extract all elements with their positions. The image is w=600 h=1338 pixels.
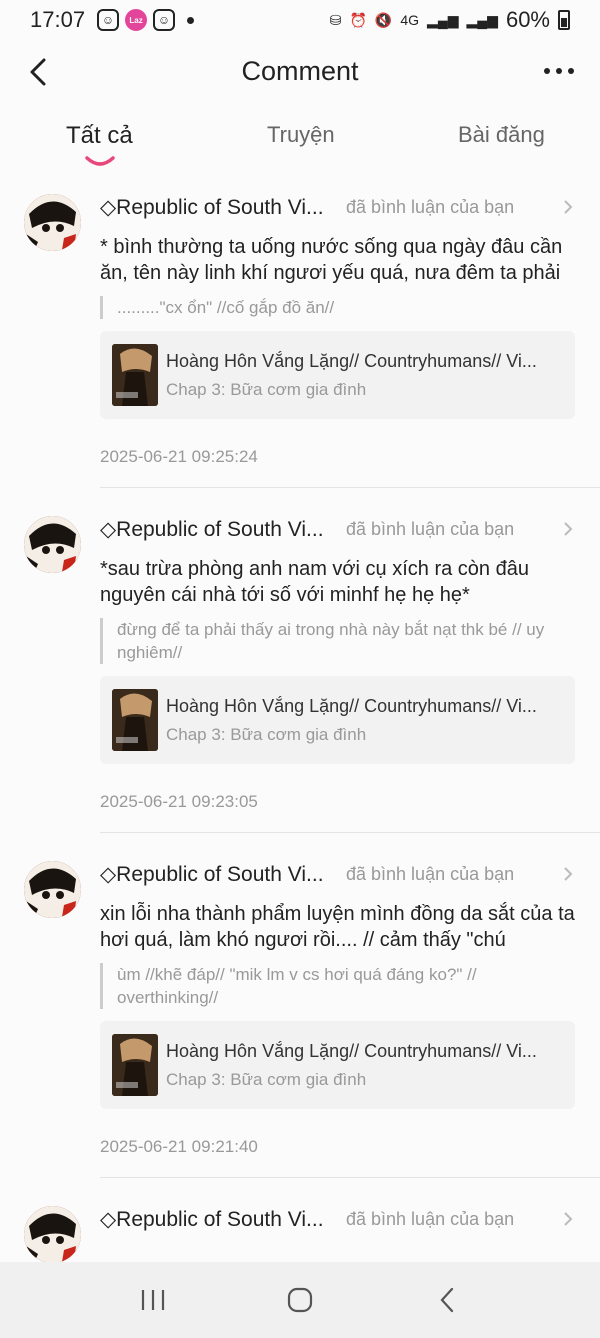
battery-icon <box>558 10 570 30</box>
comment-action: đã bình luận của bạn <box>346 196 515 217</box>
comment-item[interactable]: ◇Republic of South Vi... đã bình luận củ… <box>0 847 600 1177</box>
commenter-name[interactable]: ◇Republic of South Vi... <box>100 517 332 542</box>
commenter-name[interactable]: ◇Republic of South Vi... <box>100 862 332 887</box>
quoted-reply: ........."cx ổn" //cố gắp đồ ăn// <box>100 296 575 319</box>
dot-icon <box>556 68 562 74</box>
divider <box>100 1177 600 1178</box>
tab-posts[interactable]: Bài đăng <box>458 122 545 148</box>
comment-timestamp: 2025-06-21 09:21:40 <box>100 1137 258 1156</box>
comment-timestamp: 2025-06-21 09:23:05 <box>100 792 258 811</box>
system-back-button[interactable] <box>427 1280 467 1320</box>
story-thumbnail <box>112 689 158 751</box>
tab-stories[interactable]: Truyện <box>267 122 335 148</box>
dot-icon <box>544 68 550 74</box>
comment-item[interactable]: ◇Republic of South Vi... đã bình luận củ… <box>0 1192 600 1262</box>
comment-action: đã bình luận của bạn <box>346 1208 515 1229</box>
comment-action: đã bình luận của bạn <box>346 518 515 539</box>
avatar[interactable] <box>24 194 81 251</box>
smiley-icon: ☺ <box>97 9 120 31</box>
story-title: Hoàng Hôn Vắng Lặng// Countryhumans// Vi… <box>166 695 537 716</box>
story-card[interactable]: Hoàng Hôn Vắng Lặng// Countryhumans// Vi… <box>100 1021 575 1109</box>
comment-item[interactable]: ◇Republic of South Vi... đã bình luận củ… <box>0 502 600 832</box>
comment-text: xin lỗi nha thành phẩm luyện mình đồng d… <box>100 903 575 951</box>
alarm-icon: ⏰ <box>349 11 367 28</box>
active-tab-indicator <box>85 156 115 166</box>
tab-all[interactable]: Tất cả <box>66 122 133 150</box>
app-header: Comment <box>0 40 600 106</box>
avatar[interactable] <box>24 1206 81 1262</box>
more-options-button[interactable] <box>544 68 574 74</box>
comment-feed[interactable]: ◇Republic of South Vi... đã bình luận củ… <box>0 180 600 1262</box>
dot-icon <box>568 68 574 74</box>
lazada-icon: Laz <box>125 9 148 31</box>
avatar[interactable] <box>24 861 81 918</box>
recent-apps-icon <box>142 1290 165 1310</box>
divider <box>100 487 600 488</box>
signal-icon: ▂▄▆ <box>427 11 459 28</box>
battery-label: 60% <box>505 7 550 32</box>
story-title: Hoàng Hôn Vắng Lặng// Countryhumans// Vi… <box>166 350 537 371</box>
story-chapter: Chap 3: Bữa cơm gia đình <box>166 724 367 744</box>
signal-icon: ▂▄▆ <box>466 11 498 28</box>
chevron-right-icon[interactable] <box>561 200 575 214</box>
tab-bar: Tất cả Truyện Bài đăng <box>0 118 600 172</box>
recent-apps-button[interactable] <box>133 1280 173 1320</box>
story-chapter: Chap 3: Bữa cơm gia đình <box>166 1069 367 1089</box>
comment-text: *sau trừa phòng anh nam với cụ xích ra c… <box>100 558 529 606</box>
story-card[interactable]: Hoàng Hôn Vắng Lặng// Countryhumans// Vi… <box>100 331 575 419</box>
comment-action: đã bình luận của bạn <box>346 863 515 884</box>
home-icon <box>287 1287 313 1313</box>
comment-item[interactable]: ◇Republic of South Vi... đã bình luận củ… <box>0 180 600 487</box>
quoted-reply: đừng để ta phải thấy ai trong nhà này bắ… <box>100 618 575 664</box>
system-nav-bar <box>0 1262 600 1338</box>
avatar[interactable] <box>24 516 81 573</box>
status-time: 17:07 <box>30 7 86 32</box>
smiley-icon: ☺ <box>153 9 176 31</box>
story-thumbnail <box>112 1034 158 1096</box>
sync-icon: ⛁ <box>329 11 342 28</box>
status-bar: 17:07 ☺ Laz ☺ ⛁ ⏰ 🔇 4G ▂▄▆ ▂▄▆ 60% <box>0 0 600 40</box>
story-chapter: Chap 3: Bữa cơm gia đình <box>166 379 367 399</box>
chevron-right-icon[interactable] <box>561 1212 575 1226</box>
quoted-reply: ùm //khẽ đáp// "mik lm v cs hơi quá đáng… <box>100 963 575 1009</box>
notification-dot-icon <box>187 16 195 24</box>
chevron-left-icon <box>440 1287 453 1313</box>
divider <box>100 832 600 833</box>
chevron-right-icon[interactable] <box>561 522 575 536</box>
comment-timestamp: 2025-06-21 09:25:24 <box>100 447 258 466</box>
commenter-name[interactable]: ◇Republic of South Vi... <box>100 195 332 220</box>
network-type-label: 4G <box>400 12 420 28</box>
story-card[interactable]: Hoàng Hôn Vắng Lặng// Countryhumans// Vi… <box>100 676 575 764</box>
story-title: Hoàng Hôn Vắng Lặng// Countryhumans// Vi… <box>166 1040 537 1061</box>
mute-icon: 🔇 <box>374 11 393 28</box>
chevron-right-icon[interactable] <box>561 867 575 881</box>
story-thumbnail <box>112 344 158 406</box>
comment-text: * bình thường ta uống nước sống qua ngày… <box>100 236 563 284</box>
page-title: Comment <box>241 56 359 86</box>
commenter-name[interactable]: ◇Republic of South Vi... <box>100 1207 332 1232</box>
home-button[interactable] <box>280 1280 320 1320</box>
